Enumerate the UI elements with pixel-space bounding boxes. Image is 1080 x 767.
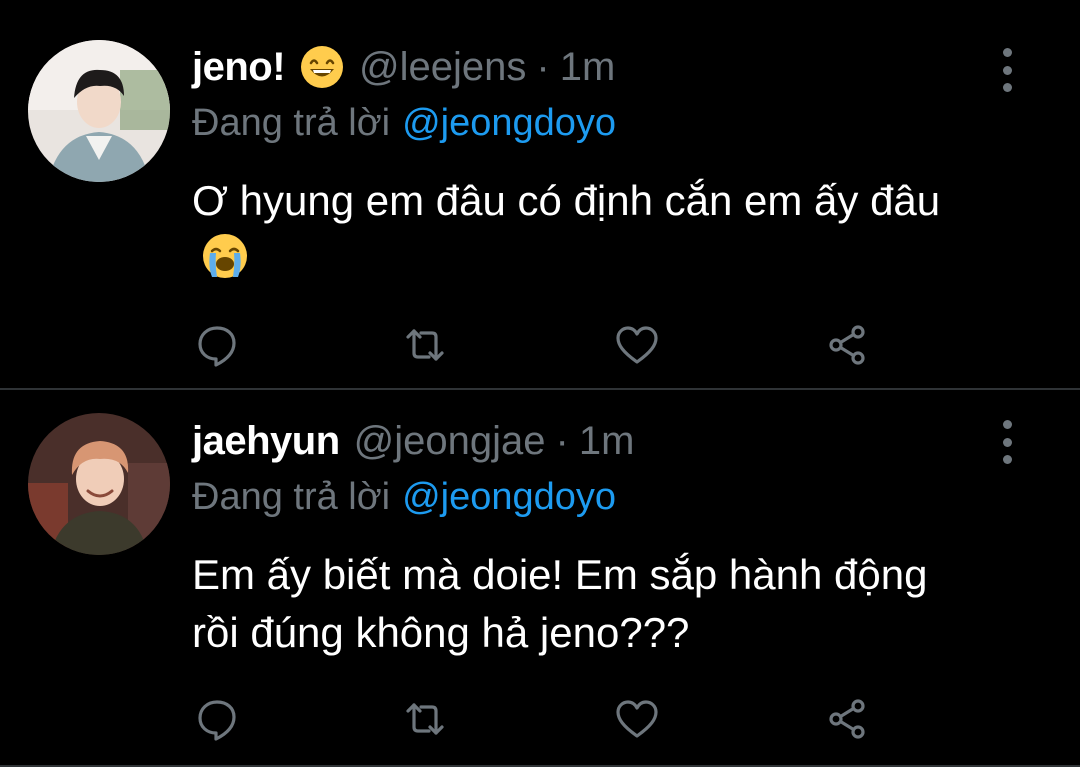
avatar[interactable]: [28, 40, 170, 182]
timestamp[interactable]: 1m: [560, 45, 616, 90]
grinning-face-with-smiling-eyes-emoji: [299, 44, 345, 90]
tweet[interactable]: jeno! @leejens · 1m Đang trả lời @jeongdo…: [0, 0, 1080, 388]
separator-dot: ·: [536, 44, 550, 89]
display-name[interactable]: jeno!: [192, 45, 286, 90]
share-icon[interactable]: [822, 694, 872, 744]
tweet-header: jeno! @leejens · 1m: [192, 40, 615, 94]
avatar-photo: [28, 40, 170, 182]
reply-icon[interactable]: [192, 320, 242, 370]
tweet-feed: jeno! @leejens · 1m Đang trả lời @jeongdo…: [0, 0, 1080, 767]
loudly-crying-face-emoji: [200, 231, 250, 281]
tweet-actions: [192, 694, 892, 744]
tweet-actions: [192, 320, 892, 370]
user-handle[interactable]: @leejens: [359, 45, 526, 90]
retweet-icon[interactable]: [400, 694, 450, 744]
timestamp[interactable]: 1m: [579, 419, 635, 464]
like-icon[interactable]: [612, 694, 662, 744]
user-handle[interactable]: @jeongjae: [354, 419, 546, 464]
replying-to: Đang trả lời @jeongdoyo: [192, 102, 616, 152]
tweet-text-content: Em ấy biết mà doie! Em sắp hành động rồi…: [192, 551, 928, 656]
reply-to-mention[interactable]: @jeongdoyo: [402, 476, 616, 518]
share-icon[interactable]: [822, 320, 872, 370]
tweet-text: Em ấy biết mà doie! Em sắp hành động rồi…: [192, 546, 982, 662]
tweet-text: Ơ hyung em đâu có định cắn em ấy đâu: [192, 172, 982, 288]
avatar-photo: [28, 413, 170, 555]
more-options-icon[interactable]: [992, 48, 1022, 92]
display-name[interactable]: jaehyun: [192, 419, 340, 464]
tweet[interactable]: jaehyun @jeongjae · 1m Đang trả lời @jeon…: [0, 390, 1080, 767]
separator-dot: ·: [555, 418, 569, 463]
reply-label: Đang trả lời: [192, 102, 391, 144]
replying-to: Đang trả lời @jeongdoyo: [192, 476, 616, 526]
retweet-icon[interactable]: [400, 320, 450, 370]
avatar[interactable]: [28, 413, 170, 555]
tweet-header: jaehyun @jeongjae · 1m: [192, 414, 634, 468]
tweet-text-content: Ơ hyung em đâu có định cắn em ấy đâu: [192, 177, 941, 224]
like-icon[interactable]: [612, 320, 662, 370]
reply-to-mention[interactable]: @jeongdoyo: [402, 102, 616, 144]
reply-label: Đang trả lời: [192, 476, 391, 518]
reply-icon[interactable]: [192, 694, 242, 744]
more-options-icon[interactable]: [992, 420, 1022, 464]
